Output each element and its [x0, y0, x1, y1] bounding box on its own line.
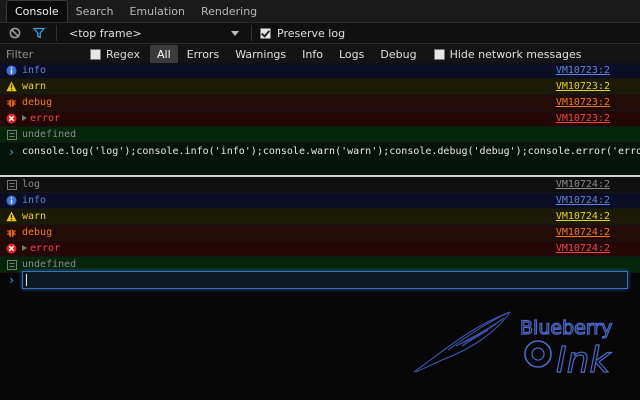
svg-text:Ink: Ink [556, 340, 612, 381]
error-icon [6, 243, 17, 254]
console-input[interactable] [22, 271, 628, 289]
console-message-warn: warn VM10723:2 [0, 79, 640, 95]
frame-selector-value: <top frame> [69, 26, 142, 40]
regex-label[interactable]: Regex [106, 48, 140, 61]
source-link[interactable]: VM10723:2 [556, 79, 610, 94]
message-text: debug [22, 227, 53, 238]
source-link[interactable]: VM10723:2 [556, 63, 610, 78]
log-icon [6, 179, 17, 190]
prompt-chevron-icon: › [7, 145, 16, 159]
message-text: error [30, 243, 61, 254]
preserve-log-label[interactable]: Preserve log [277, 27, 345, 40]
level-errors-button[interactable]: Errors [180, 45, 227, 64]
info-icon [6, 195, 17, 206]
message-text: info [22, 195, 47, 206]
console-message-error[interactable]: error VM10723:2 [0, 111, 640, 127]
result-icon [6, 129, 17, 140]
message-text: warn [22, 81, 47, 92]
no-entry-icon [9, 27, 21, 39]
bug-icon [6, 97, 17, 108]
feather-quill-icon [413, 311, 511, 373]
toolbar-divider [251, 25, 252, 41]
console-message-error[interactable]: error VM10724:2 [0, 241, 640, 257]
prompt-chevron-icon: › [8, 273, 16, 287]
toolbar-divider [56, 25, 57, 41]
console-message-log: log VM10724:2 [0, 177, 640, 193]
source-link[interactable]: VM10724:2 [556, 225, 610, 240]
tab-search[interactable]: Search [68, 1, 122, 22]
seal-inner-icon [531, 347, 545, 361]
frame-selector[interactable]: <top frame> [65, 25, 243, 41]
filter-toggle-button[interactable] [30, 25, 48, 41]
source-link[interactable]: VM10723:2 [556, 111, 610, 126]
message-text: undefined [22, 259, 77, 270]
error-icon [6, 113, 17, 124]
seal-icon [524, 340, 552, 368]
command-text: console.log('log');console.info('info');… [22, 146, 640, 157]
message-text: undefined [22, 129, 77, 140]
blueberry-ink-logo: Blueberry Ink [413, 311, 613, 382]
level-all-button[interactable]: All [150, 45, 178, 64]
level-debug-button[interactable]: Debug [373, 45, 423, 64]
expand-triangle-icon[interactable] [22, 245, 27, 251]
console-message-debug: debug VM10724:2 [0, 225, 640, 241]
console-message-info: info VM10723:2 [0, 63, 640, 79]
chevron-down-icon [231, 30, 239, 36]
source-link[interactable]: VM10724:2 [556, 177, 610, 192]
level-info-button[interactable]: Info [295, 45, 330, 64]
level-logs-button[interactable]: Logs [332, 45, 371, 64]
result-icon [6, 259, 17, 270]
warning-icon [6, 81, 17, 92]
hide-network-checkbox[interactable] [433, 49, 445, 60]
source-link[interactable]: VM10723:2 [556, 95, 610, 110]
filter-placeholder: Filter [6, 48, 34, 61]
console-message-debug: debug VM10723:2 [0, 95, 640, 111]
info-icon [6, 65, 17, 76]
console-prompt: › [0, 270, 640, 290]
source-link[interactable]: VM10724:2 [556, 193, 610, 208]
svg-text:Blueberry: Blueberry [520, 317, 612, 339]
bug-icon [6, 227, 17, 238]
message-text: debug [22, 97, 53, 108]
preserve-log-checkbox[interactable] [260, 27, 271, 39]
funnel-icon [33, 27, 45, 39]
filter-input[interactable]: Filter [0, 48, 90, 61]
level-warnings-button[interactable]: Warnings [228, 45, 293, 64]
message-text: log [22, 179, 41, 190]
warning-icon [6, 211, 17, 222]
tab-rendering[interactable]: Rendering [193, 1, 265, 22]
console-toolbar: <top frame> Preserve log [0, 23, 640, 44]
console-message-warn: warn VM10724:2 [0, 209, 640, 225]
console-message-info: info VM10724:2 [0, 193, 640, 209]
message-text: error [30, 113, 61, 124]
regex-checkbox[interactable] [90, 49, 101, 60]
message-text: info [22, 65, 47, 76]
tab-emulation[interactable]: Emulation [121, 1, 193, 22]
console-result: undefined [0, 127, 640, 143]
devtools-tabbar: Console Search Emulation Rendering [0, 0, 640, 23]
clear-console-button[interactable] [6, 25, 24, 41]
tab-console[interactable]: Console [6, 0, 68, 22]
hide-network-label[interactable]: Hide network messages [450, 48, 582, 61]
console-command-echo: › console.log('log');console.info('info'… [0, 143, 640, 177]
message-text: warn [22, 211, 47, 222]
expand-triangle-icon[interactable] [22, 115, 27, 121]
source-link[interactable]: VM10724:2 [556, 209, 610, 224]
source-link[interactable]: VM10724:2 [556, 241, 610, 256]
text-cursor [26, 274, 27, 286]
